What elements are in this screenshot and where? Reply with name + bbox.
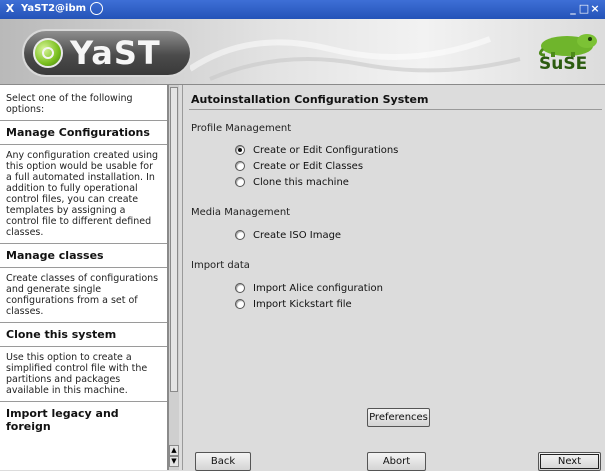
radio-unchecked-icon[interactable] [235,283,245,293]
banner-decoration [190,36,521,81]
scrollbar-thumb[interactable] [170,87,178,392]
radio-create-edit-configurations[interactable]: Create or Edit Configurations [235,143,398,157]
group-import-data: Import data [191,260,250,271]
help-divider [0,243,167,244]
help-divider [0,120,167,121]
back-button[interactable]: Back [195,452,251,471]
next-button[interactable]: Next [538,452,601,471]
close-button[interactable]: × [589,3,601,15]
chameleon-icon [538,34,597,57]
group-profile-management: Profile Management [191,123,292,134]
header-banner: YaST SuSE [0,19,605,85]
yast-ball-icon [33,38,63,68]
scroll-down-icon[interactable]: ▼ [169,456,179,467]
help-text-clone-system: Use this option to create a simplified c… [6,352,148,396]
help-text-manage-classes: Create classes of configurations and gen… [6,273,159,317]
x-app-icon[interactable]: X [4,3,16,15]
help-heading-import-legacy: Import legacy and foreign [6,407,119,433]
help-intro: Select one of the following options: [6,93,133,115]
sticky-icon[interactable] [90,2,103,15]
scroll-up-icon[interactable]: ▲ [169,445,179,456]
help-scrollbar[interactable]: ▲ ▼ [168,85,179,470]
help-divider [0,144,167,145]
radio-clone-machine[interactable]: Clone this machine [235,175,349,189]
help-divider [0,401,167,402]
help-heading-clone-system: Clone this system [6,328,117,341]
radio-unchecked-icon[interactable] [235,177,245,187]
help-divider [0,346,167,347]
radio-import-kickstart[interactable]: Import Kickstart file [235,297,352,311]
help-heading-manage-configurations: Manage Configurations [6,126,150,139]
radio-checked-icon[interactable] [235,145,245,155]
group-media-management: Media Management [191,207,291,218]
window-title: YaST2@ibm [21,3,87,14]
window-titlebar[interactable]: X YaST2@ibm _ □ × [0,0,605,19]
help-text-manage-configurations: Any configuration created using this opt… [6,150,159,238]
help-divider [0,267,167,268]
radio-create-iso-image[interactable]: Create ISO Image [235,228,341,242]
main-panel: Autoinstallation Configuration System Pr… [182,85,605,471]
help-divider [0,322,167,323]
radio-unchecked-icon[interactable] [235,230,245,240]
page-title: Autoinstallation Configuration System [191,93,429,106]
title-divider [189,109,602,110]
suse-logo-text: SuSE [539,54,588,74]
preferences-button[interactable]: Preferences [367,408,430,427]
radio-import-alice[interactable]: Import Alice configuration [235,281,383,295]
help-heading-manage-classes: Manage classes [6,249,104,262]
radio-unchecked-icon[interactable] [235,299,245,309]
help-panel: Select one of the following options: Man… [0,85,168,470]
radio-unchecked-icon[interactable] [235,161,245,171]
abort-button[interactable]: Abort [367,452,426,471]
yast-logo-text: YaST [70,34,161,72]
radio-create-edit-classes[interactable]: Create or Edit Classes [235,159,363,173]
yast-logo: YaST [22,29,192,77]
suse-logo: SuSE [537,27,599,81]
